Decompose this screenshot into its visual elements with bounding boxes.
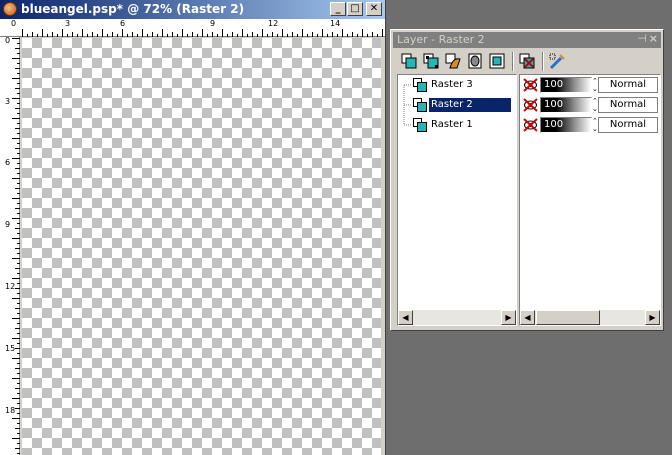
scroll-right-button[interactable]: ▶: [645, 310, 660, 325]
opacity-slider[interactable]: 100: [540, 117, 592, 133]
ruler-label: 0: [11, 19, 17, 28]
ruler-label: 0: [5, 36, 11, 45]
image-window-titlebar[interactable]: blueangel.psp* @ 72% (Raster 2) _ □ ✕: [0, 0, 385, 19]
close-button[interactable]: ✕: [366, 2, 382, 16]
pin-icon[interactable]: ⊣: [637, 32, 647, 45]
delete-layer-icon[interactable]: [519, 53, 536, 70]
ruler-label: 3: [65, 19, 71, 28]
layer-palette-title: Layer - Raster 2: [397, 33, 485, 46]
ruler-label: 18: [5, 406, 16, 415]
toolbar-separator: [542, 52, 544, 71]
ruler-label: 15: [5, 344, 16, 353]
layer-props-scrollbar[interactable]: ◀ ▶: [520, 310, 660, 325]
toolbar-separator: [512, 52, 514, 71]
new-vector-layer-icon[interactable]: [423, 53, 440, 70]
ruler-label: 9: [5, 220, 11, 229]
layer-toolbar: [395, 51, 659, 73]
ruler-label: 6: [5, 158, 11, 167]
visibility-toggle-icon[interactable]: [523, 118, 538, 132]
layer-row-raster-2[interactable]: Raster 2: [398, 95, 516, 115]
layer-name: Raster 3: [431, 79, 473, 90]
new-raster-layer-icon[interactable]: [401, 53, 418, 70]
transparent-canvas[interactable]: [22, 38, 381, 455]
raster-layer-icon: [413, 78, 427, 92]
new-mask-layer-icon[interactable]: [467, 53, 484, 70]
close-icon[interactable]: ×: [649, 32, 658, 45]
horizontal-ruler: 0 3 6 9 12 14: [0, 19, 385, 37]
edit-selection-icon[interactable]: [549, 53, 566, 70]
ruler-label: 14: [330, 19, 341, 28]
vertical-ruler: 0 3 6 9 12 15 18: [0, 37, 20, 455]
minimize-button[interactable]: _: [330, 2, 346, 16]
opacity-value: 100: [544, 119, 564, 130]
layer-palette: Layer - Raster 2 ⊣ × Raster 3 Raster 2 R…: [390, 29, 664, 331]
new-art-media-layer-icon[interactable]: [445, 53, 462, 70]
blend-mode-select[interactable]: Normal: [598, 77, 658, 93]
opacity-value: 100: [544, 79, 564, 90]
layer-props-row: 100 ⌃ ⌄ Normal: [520, 115, 660, 135]
image-window: blueangel.psp* @ 72% (Raster 2) _ □ ✕ 0 …: [0, 0, 386, 455]
blend-mode-select[interactable]: Normal: [598, 97, 658, 113]
layer-list: Raster 3 Raster 2 Raster 1 ◀ ▶: [397, 74, 517, 326]
opacity-slider[interactable]: 100: [540, 97, 592, 113]
layer-name: Raster 2: [429, 98, 511, 112]
opacity-value: 100: [544, 99, 564, 110]
opacity-spinner[interactable]: ⌃ ⌄: [592, 77, 598, 93]
layer-list-scrollbar[interactable]: ◀ ▶: [398, 310, 516, 325]
scroll-right-button[interactable]: ▶: [501, 310, 516, 325]
layer-props-row: 100 ⌃ ⌄ Normal: [520, 75, 660, 95]
visibility-toggle-icon[interactable]: [523, 78, 538, 92]
scroll-left-button[interactable]: ◀: [520, 310, 535, 325]
opacity-slider[interactable]: 100: [540, 77, 592, 93]
ruler-label: 6: [120, 19, 126, 28]
ruler-label: 9: [210, 19, 216, 28]
opacity-spinner[interactable]: ⌃ ⌄: [592, 97, 598, 113]
scroll-left-button[interactable]: ◀: [398, 310, 413, 325]
raster-layer-icon: [413, 98, 427, 112]
maximize-button[interactable]: □: [347, 2, 363, 16]
ruler-label: 12: [268, 19, 279, 28]
visibility-toggle-icon[interactable]: [523, 98, 538, 112]
ruler-label: 12: [5, 282, 16, 291]
layer-row-raster-1[interactable]: Raster 1: [398, 115, 516, 135]
layer-props-row: 100 ⌃ ⌄ Normal: [520, 95, 660, 115]
scrollbar-thumb[interactable]: [536, 310, 600, 325]
ruler-label: 3: [5, 97, 11, 106]
layer-name: Raster 1: [431, 119, 473, 130]
layer-palette-titlebar[interactable]: Layer - Raster 2 ⊣ ×: [393, 32, 661, 48]
opacity-spinner[interactable]: ⌃ ⌄: [592, 117, 598, 133]
psp-file-icon: [3, 2, 17, 16]
layer-row-raster-3[interactable]: Raster 3: [398, 75, 516, 95]
image-window-title: blueangel.psp* @ 72% (Raster 2): [21, 2, 245, 16]
raster-layer-icon: [413, 118, 427, 132]
new-adjustment-layer-icon[interactable]: [489, 53, 506, 70]
layer-properties: 100 ⌃ ⌄ Normal 100 ⌃ ⌄ Normal 100 ⌃ ⌄ Norma…: [519, 74, 661, 326]
blend-mode-select[interactable]: Normal: [598, 117, 658, 133]
